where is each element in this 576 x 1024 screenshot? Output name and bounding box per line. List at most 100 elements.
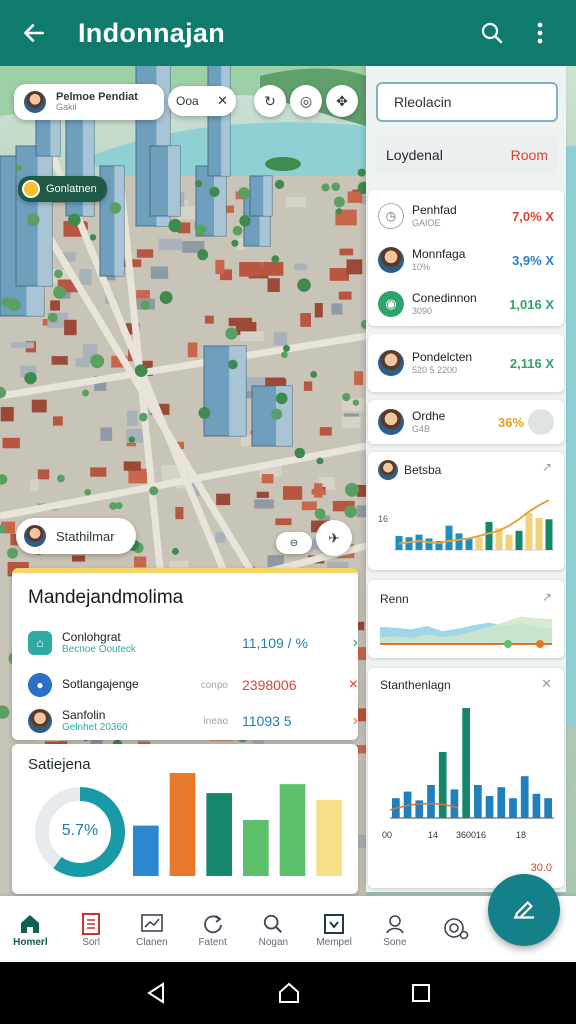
- place-dot-icon: [22, 180, 40, 198]
- main-card-title: Mandejandmolima: [28, 587, 184, 608]
- person-chip[interactable]: Stathilmar: [16, 518, 136, 554]
- profile-chip[interactable]: Pelmoe Pendiat Gakil: [14, 84, 164, 120]
- row-value: 11,109 / %: [242, 635, 308, 651]
- main-list-card: Mandejandmolima ⌂ Conlohgrat Becnoe Ooute…: [12, 568, 358, 740]
- bar: [474, 785, 482, 818]
- building-block: [75, 358, 91, 368]
- place-pill-label: Gonlatnen: [46, 183, 97, 195]
- locate-icon[interactable]: ✥: [326, 85, 358, 117]
- tree: [26, 213, 40, 227]
- map-filter-chip[interactable]: Ooa ✕: [168, 86, 236, 116]
- nav-item-label: Mempel: [316, 936, 352, 948]
- tree: [195, 224, 207, 236]
- system-home-icon[interactable]: [277, 981, 301, 1005]
- search-field[interactable]: ⋮: [376, 82, 576, 122]
- bar: [438, 752, 447, 818]
- nav-item-homerl[interactable]: Homerl: [0, 896, 61, 962]
- more-icon[interactable]: [528, 409, 554, 435]
- avatar: [28, 709, 52, 733]
- back-icon[interactable]: [16, 15, 52, 51]
- item-name: Pondelcten: [412, 349, 473, 364]
- building-block: [346, 259, 363, 275]
- nav-item-clanen[interactable]: Clanen: [122, 896, 183, 962]
- building-block: [187, 342, 198, 358]
- tree: [24, 371, 37, 385]
- search-icon[interactable]: [472, 13, 512, 53]
- bar: [455, 533, 463, 550]
- tree: [53, 285, 67, 299]
- navigation-icon[interactable]: ✈: [316, 520, 352, 556]
- bar: [475, 537, 483, 550]
- toggle-chip[interactable]: ⊖: [276, 532, 312, 554]
- nav-item-sorl[interactable]: Sorl: [61, 896, 122, 962]
- nav-item-settings[interactable]: [425, 896, 486, 962]
- tree: [90, 354, 105, 369]
- building-block: [303, 381, 313, 391]
- filter-row[interactable]: Loydenal Room: [376, 136, 558, 174]
- nav-item-fatent[interactable]: Fatent: [182, 896, 243, 962]
- list-item[interactable]: ◉ Conedinnon 3090 1,016 X: [368, 282, 564, 326]
- chevron-right-icon[interactable]: ›: [353, 712, 358, 730]
- y-tick-label: 16: [378, 514, 388, 524]
- system-recents-icon[interactable]: [411, 983, 431, 1003]
- building-block: [150, 266, 169, 279]
- building-block: [169, 560, 189, 568]
- system-back-icon[interactable]: [145, 982, 167, 1004]
- building-block: [256, 491, 269, 498]
- bar: [535, 518, 543, 550]
- list-item[interactable]: ⌂ Conlohgrat Becnoe Oouteck 11,109 / % ›: [28, 629, 358, 657]
- page-title: Indonnajan: [78, 17, 225, 48]
- bar: [445, 525, 453, 550]
- building-block: [90, 467, 107, 477]
- list-item-card[interactable]: Pondelcten 520 5 2200 2,116 X: [368, 334, 564, 392]
- tree: [140, 300, 150, 310]
- map-icon: [323, 911, 345, 937]
- edit-fab[interactable]: [488, 874, 560, 946]
- building-block: [300, 313, 312, 327]
- tree: [134, 364, 148, 377]
- tree: [15, 164, 23, 172]
- tree: [297, 278, 311, 292]
- tree: [345, 482, 359, 497]
- tree: [274, 179, 285, 189]
- list-item[interactable]: Monnfaga 10% 3,9% X: [368, 238, 564, 282]
- layers-icon[interactable]: ◎: [290, 85, 322, 117]
- close-icon[interactable]: ✕: [217, 93, 228, 109]
- list-item[interactable]: ● Sotlangajenge conpo 2398006 ×: [28, 671, 358, 699]
- search-input[interactable]: [394, 94, 575, 110]
- results-list-card: ◷ Penhfad GAIOE 7,0% X Monnfaga 10% 3,9% X…: [368, 190, 564, 326]
- filter-action[interactable]: Room: [511, 147, 548, 163]
- list-item-card[interactable]: Ordhe G4B 36%: [368, 400, 564, 444]
- bar: [532, 793, 541, 818]
- person-icon: ●: [28, 673, 52, 697]
- avatar: [22, 89, 48, 115]
- building-block: [273, 332, 288, 346]
- map-filter-label: Ooa: [176, 94, 199, 108]
- building-block: [216, 493, 231, 506]
- nav-item-sone[interactable]: Sone: [365, 896, 426, 962]
- row-mid: lneao: [203, 715, 228, 727]
- list-item[interactable]: ◷ Penhfad GAIOE 7,0% X: [368, 194, 564, 238]
- stat-chart-card: Stanthenlagn ✕ 00 14 360016 18 30.0: [368, 668, 564, 888]
- item-value: 36%: [497, 414, 524, 430]
- list-item[interactable]: Sanfolin Gelnhet 20360 lneao 11093 5 ›: [28, 707, 358, 735]
- nav-item-nogan[interactable]: Nogan: [243, 896, 304, 962]
- place-pill[interactable]: Gonlatnen: [18, 176, 107, 202]
- more-vert-icon[interactable]: [520, 13, 560, 53]
- tree: [342, 392, 351, 402]
- nav-item-mempel[interactable]: Mempel: [304, 896, 365, 962]
- settings-icon: [443, 916, 469, 942]
- area-chart-card: Renn ↗: [368, 580, 564, 658]
- refresh-icon[interactable]: ↻: [254, 85, 286, 117]
- search-icon: [262, 911, 284, 937]
- avatar: [378, 409, 404, 435]
- chevron-right-icon[interactable]: ›: [353, 634, 358, 652]
- location-icon: ◉: [378, 291, 404, 317]
- x-tick-label: 360016: [456, 830, 486, 840]
- tower-facade: [168, 146, 180, 216]
- close-icon[interactable]: ×: [349, 676, 358, 694]
- bar: [133, 825, 159, 876]
- tree: [282, 344, 290, 352]
- tree: [149, 486, 159, 496]
- avatar: [22, 523, 48, 549]
